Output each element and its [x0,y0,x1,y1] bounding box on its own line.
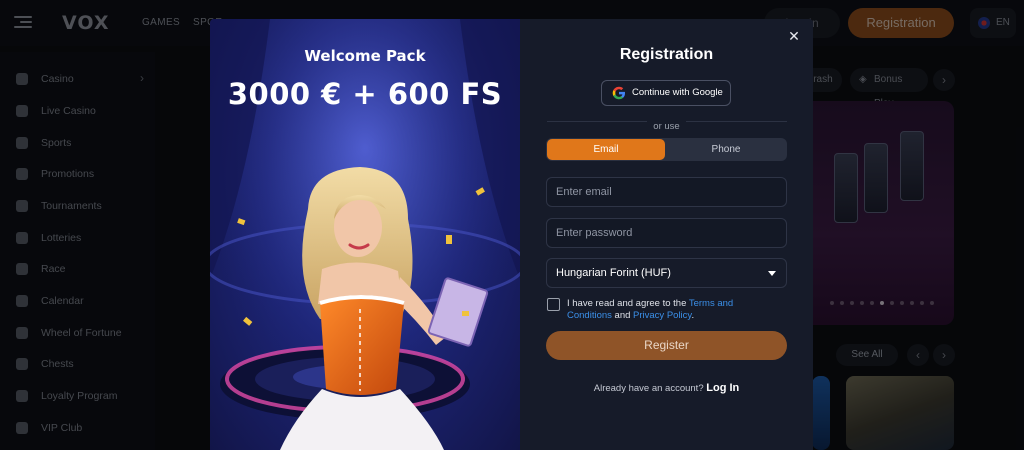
email-field[interactable]: Enter email [546,177,787,207]
password-field[interactable]: Enter password [546,218,787,248]
google-button-label: Continue with Google [632,87,723,98]
have-account-text: Already have an account? Log In [593,382,740,394]
login-link[interactable]: Log In [706,382,739,394]
promo-amount: 3000 € + 600 FS [227,77,503,111]
continue-with-google-button[interactable]: Continue with Google [601,80,731,106]
terms-agreement-text: I have read and agree to the Terms and C… [567,298,734,321]
tab-email[interactable]: Email [547,139,665,160]
register-button[interactable]: Register [546,331,787,360]
promo-title: Welcome Pack [304,47,426,65]
google-icon [612,86,625,100]
registration-form: ✕ Registration Continue with Google or u… [520,19,813,450]
privacy-policy-link[interactable]: Privacy Policy [633,310,691,321]
welcome-pack-panel: Welcome Pack 3000 € + 600 FS [210,19,520,450]
close-icon[interactable]: ✕ [786,28,802,44]
terms-checkbox[interactable] [547,298,560,311]
currency-select[interactable]: Hungarian Forint (HUF) [546,258,787,288]
tab-phone[interactable]: Phone [666,139,786,160]
method-tabs: Email Phone [546,138,787,161]
caret-down-icon [768,271,776,276]
form-title: Registration [619,46,714,63]
currency-value: Hungarian Forint (HUF) [556,267,671,279]
registration-modal: Welcome Pack 3000 € + 600 FS ✕ Registrat… [210,19,813,450]
or-use-label: or use [520,116,813,134]
